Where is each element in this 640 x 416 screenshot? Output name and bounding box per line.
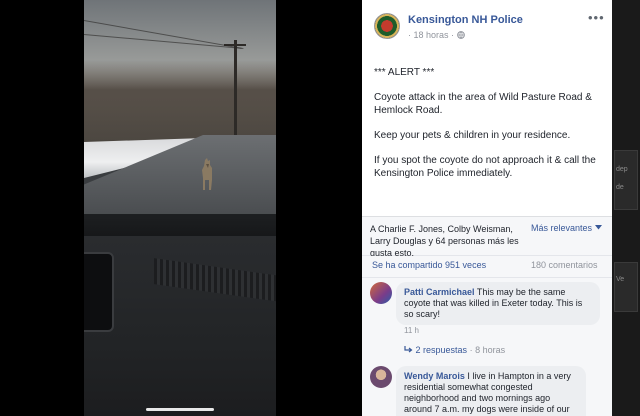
post-body: *** ALERT *** Coyote attack in the area … <box>374 66 606 192</box>
background-text: dep <box>616 166 628 173</box>
post-text-line: Coyote attack in the area of Wild Pastur… <box>374 92 592 116</box>
globe-icon <box>456 31 465 39</box>
page-name-link[interactable]: Kensington NH Police <box>408 14 523 26</box>
sort-label: Más relevantes <box>531 223 593 233</box>
more-options-icon[interactable]: ••• <box>588 10 605 25</box>
comments-section: Patti Carmichael This may be the same co… <box>362 278 612 416</box>
sort-dropdown[interactable]: Más relevantes <box>531 223 602 233</box>
avatar[interactable] <box>370 366 392 388</box>
home-indicator <box>146 408 214 411</box>
avatar[interactable] <box>370 282 392 304</box>
likes-summary[interactable]: A Charlie F. Jones, Colby Weisman, Larry… <box>370 223 520 259</box>
reply-arrow-icon <box>404 346 413 353</box>
background-text: Ve <box>616 276 625 283</box>
coyote-figure <box>202 158 212 190</box>
comment-time[interactable]: 11 h <box>404 326 419 335</box>
utility-pole <box>234 40 237 140</box>
post-text-line: If you spot the coyote do not approach i… <box>374 155 596 179</box>
background-card <box>614 262 638 312</box>
background-text: de <box>616 184 624 191</box>
page-avatar[interactable] <box>374 13 400 39</box>
comment-bubble: Wendy Marois I live in Hampton in a very… <box>396 366 586 416</box>
comment-bubble: Patti Carmichael This may be the same co… <box>396 282 600 325</box>
photo-treeline <box>84 60 276 145</box>
comment-author[interactable]: Patti Carmichael <box>404 287 475 297</box>
post-text-alert: *** ALERT *** <box>374 67 435 78</box>
shares-link[interactable]: Se ha compartido 951 veces <box>372 260 486 270</box>
screen: Kensington NH Police · 18 horas · ••• **… <box>0 0 640 416</box>
replies-link[interactable]: 2 respuestas · 8 horas <box>404 345 505 355</box>
comment-author[interactable]: Wendy Marois <box>404 371 465 381</box>
post-text-line: Keep your pets & children in your reside… <box>374 130 571 141</box>
post-time[interactable]: 18 horas <box>414 30 449 40</box>
background-card <box>614 150 638 210</box>
comments-count[interactable]: 180 comentarios <box>531 260 598 270</box>
stats-bar: Se ha compartido 951 veces 180 comentari… <box>362 256 612 278</box>
post-meta: · 18 horas · <box>408 30 465 40</box>
post-header: Kensington NH Police · 18 horas · ••• <box>362 0 612 54</box>
background-page-strip: dep de Ve <box>612 0 640 416</box>
car-display <box>84 252 114 332</box>
post-panel: Kensington NH Police · 18 horas · ••• **… <box>362 0 612 416</box>
replies-time: 8 horas <box>475 345 506 355</box>
replies-count: 2 respuestas <box>415 345 468 355</box>
reactions-bar: A Charlie F. Jones, Colby Weisman, Larry… <box>362 216 612 259</box>
chevron-down-icon <box>594 225 602 230</box>
post-photo[interactable] <box>84 0 276 416</box>
